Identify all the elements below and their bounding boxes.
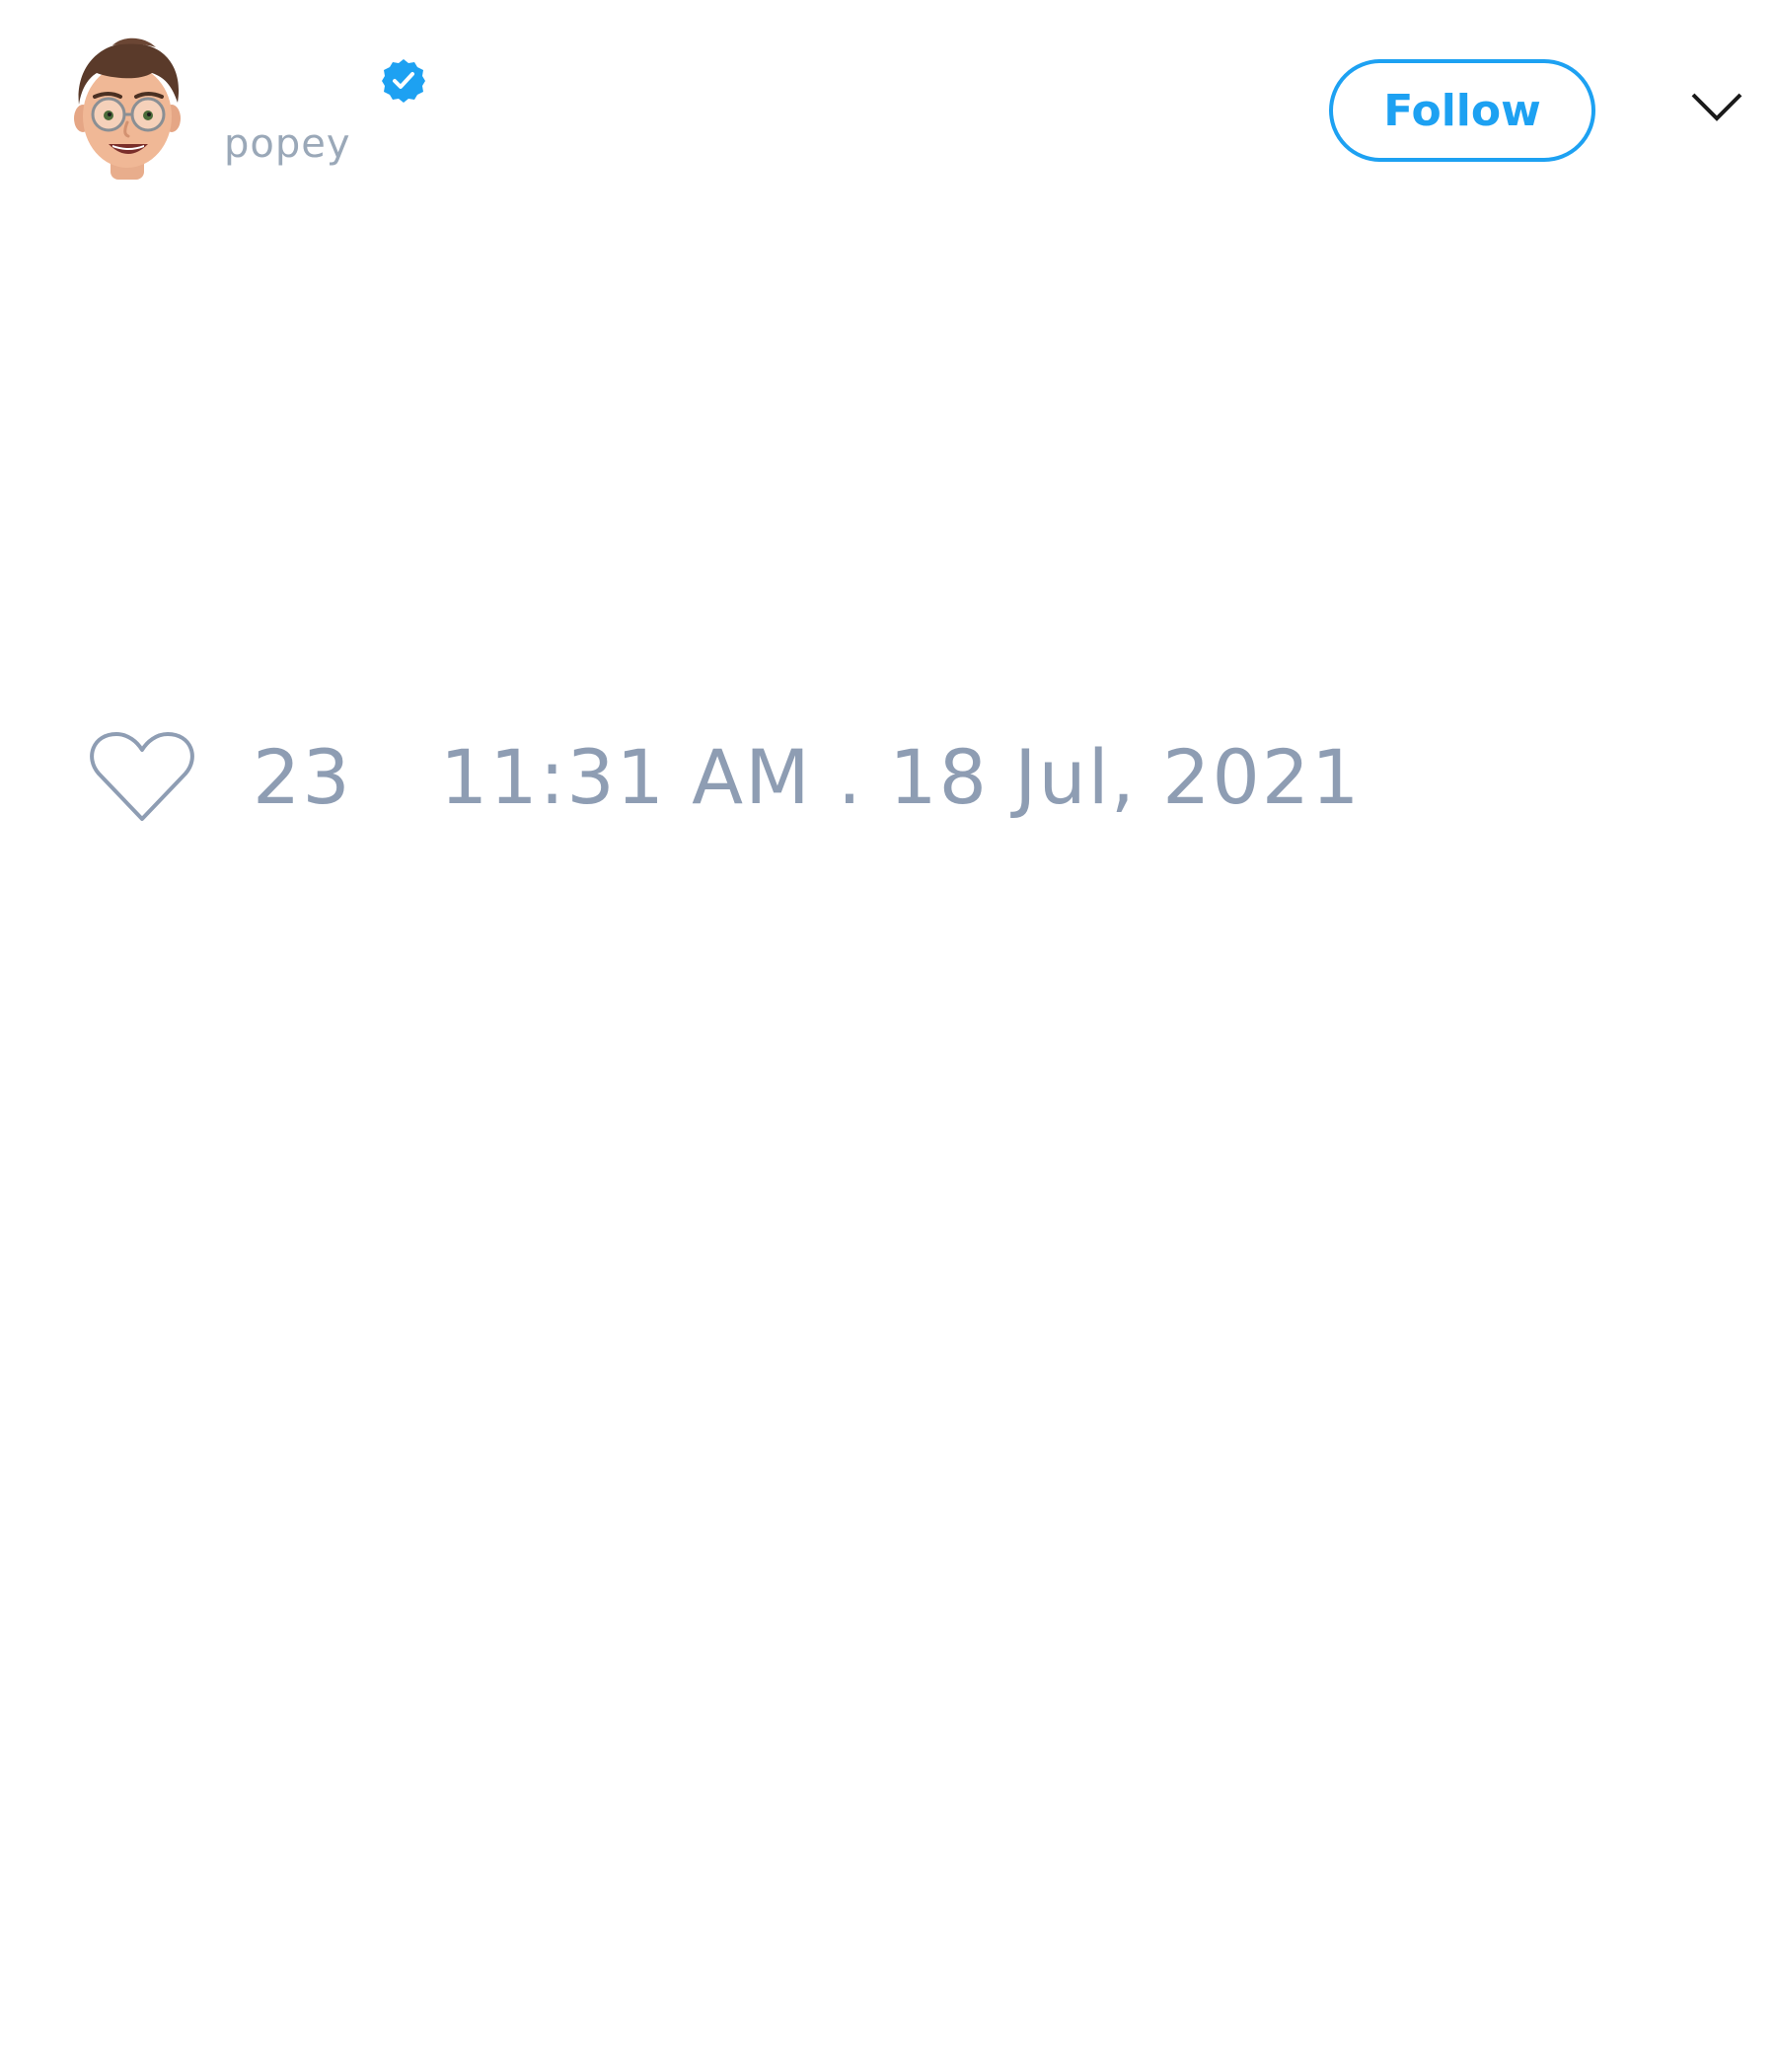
verified-badge-icon: [380, 57, 427, 105]
chevron-down-icon[interactable]: [1689, 87, 1744, 128]
author-handle[interactable]: popey: [224, 124, 351, 164]
like-count: 23: [253, 733, 352, 821]
memoji-avatar-icon: [74, 37, 181, 180]
tweet-timestamp[interactable]: 11:31 AM . 18 Jul, 2021: [440, 740, 1362, 815]
avatar[interactable]: [53, 34, 201, 191]
heart-outline-icon[interactable]: [87, 728, 197, 827]
tweet-card: popey Follow 23 11:31 AM . 18 Jul, 2021: [0, 0, 1776, 2072]
follow-button[interactable]: Follow: [1329, 59, 1595, 162]
